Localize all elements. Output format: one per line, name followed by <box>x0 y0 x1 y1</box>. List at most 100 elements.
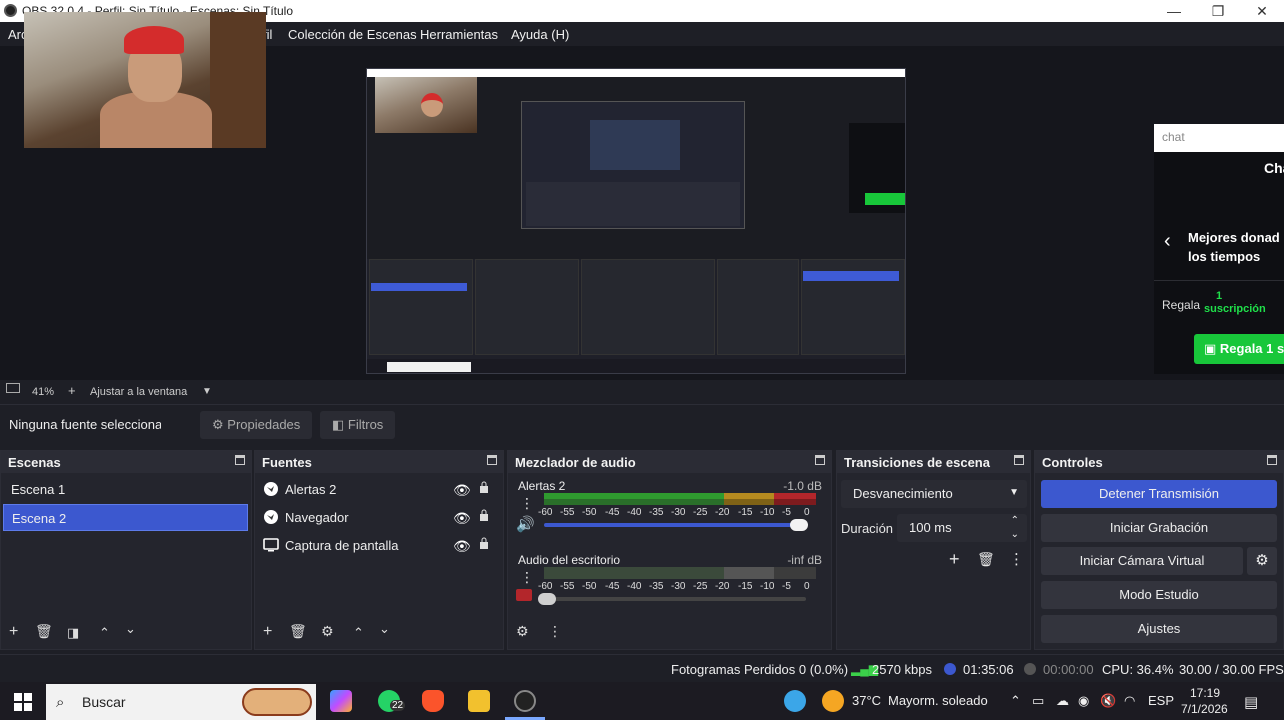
chevron-left-icon[interactable]: ‹ <box>1164 230 1171 253</box>
close-button[interactable]: ✕ <box>1240 0 1284 22</box>
tray-camera-icon[interactable]: ◉ <box>1078 693 1089 709</box>
duration-spinbox[interactable]: 100 ms ⌃ ⌄ <box>897 514 1027 542</box>
transition-select[interactable]: Desvanecimiento ▼ <box>841 480 1027 508</box>
channel-name: Audio del escritorio <box>518 553 621 567</box>
trash-icon[interactable]: 🗑 <box>289 623 307 640</box>
lock-icon[interactable] <box>479 481 489 493</box>
add-icon[interactable]: + <box>263 623 272 641</box>
lock-icon[interactable] <box>479 509 489 521</box>
wifi-icon[interactable]: ◠ <box>1124 693 1135 709</box>
search-highlight-image <box>242 688 312 716</box>
properties-button[interactable]: ⚙ Propiedades <box>200 411 313 439</box>
notifications-icon[interactable]: ▤ <box>1244 693 1258 711</box>
visibility-eye-icon[interactable]: 👁 <box>453 510 471 527</box>
scene-item-2[interactable]: Escena 2 <box>3 504 248 531</box>
program-preview[interactable] <box>366 68 906 374</box>
tray-cloud-icon[interactable]: ☁ <box>1056 693 1069 709</box>
taskbar-search[interactable]: ⌕ Buscar <box>46 684 316 720</box>
fader-handle[interactable] <box>538 593 556 605</box>
move-down-icon[interactable]: ⌄ <box>125 621 136 637</box>
meter-tick-label: -25 <box>693 507 708 518</box>
gear-icon: ⚙ <box>212 417 224 432</box>
menu-help[interactable]: Ayuda (H) <box>511 27 569 42</box>
trash-icon[interactable]: 🗑 <box>977 551 995 568</box>
mixer-menu-icon[interactable]: ⋮ <box>548 623 562 640</box>
minimize-button[interactable]: — <box>1152 0 1196 22</box>
dock-popout-icon[interactable] <box>1014 455 1024 465</box>
meter-tick-label: 0 <box>804 507 810 518</box>
clock-time[interactable]: 17:19 <box>1190 686 1220 700</box>
zoom-in-icon[interactable]: + <box>68 383 76 398</box>
weather-text: Mayorm. soleado <box>888 693 988 708</box>
speaker-icon[interactable]: 🔊 <box>516 515 535 533</box>
chat-input[interactable]: chat <box>1154 124 1284 152</box>
meter-tick-label: -35 <box>649 507 664 518</box>
tray-overflow-icon[interactable]: ⌃ <box>1010 693 1021 709</box>
zoom-dropdown-icon[interactable]: ▼ <box>202 386 212 397</box>
scene-filters-icon[interactable]: ◨ <box>67 625 79 641</box>
visibility-eye-icon[interactable]: 👁 <box>453 538 471 555</box>
source-item[interactable]: Alertas 2 👁 <box>259 476 495 503</box>
spin-arrows-icon[interactable]: ⌃ ⌄ <box>1011 514 1019 542</box>
filters-button[interactable]: ◧ Filtros <box>320 411 396 439</box>
volume-fader[interactable] <box>544 523 806 527</box>
copilot-icon[interactable] <box>330 690 352 712</box>
whatsapp-badge: 22 <box>390 700 406 711</box>
menu-tools[interactable]: Herramientas <box>420 27 498 42</box>
preview-nested-obs <box>521 101 745 229</box>
gear-icon[interactable]: ⚙ <box>321 623 334 640</box>
os-taskbar: ⌕ Buscar 22 37°C Mayorm. soleado ⌃ ▭ ☁ ◉… <box>0 682 1284 720</box>
transition-menu-icon[interactable]: ⋮ <box>1009 550 1024 568</box>
speaker-muted-icon[interactable] <box>516 589 532 601</box>
lock-icon[interactable] <box>479 537 489 549</box>
channel-db: -inf dB <box>787 553 822 567</box>
meter-tick-label: -50 <box>582 507 597 518</box>
meter-tick-label: -30 <box>671 507 686 518</box>
menu-scene-collection[interactable]: Colección de Escenas <box>288 27 417 42</box>
sources-title: Fuentes <box>262 455 312 470</box>
browser-icon <box>264 482 278 496</box>
tray-battery-icon[interactable]: ▭ <box>1032 693 1044 709</box>
fader-handle[interactable] <box>790 519 808 531</box>
gift-subscription: 1 suscripción <box>1204 290 1266 315</box>
visibility-eye-icon[interactable]: 👁 <box>453 482 471 499</box>
add-icon[interactable]: + <box>9 623 18 641</box>
zoom-out-icon[interactable] <box>6 383 20 393</box>
sun-icon <box>822 690 844 712</box>
start-recording-button[interactable]: Iniciar Grabación <box>1041 514 1277 542</box>
start-virtual-camera-button[interactable]: Iniciar Cámara Virtual <box>1041 547 1243 575</box>
maximize-button[interactable]: ❐ <box>1196 0 1240 22</box>
gift-sub-button[interactable]: ▣ Regala 1 s <box>1194 334 1284 364</box>
volume-muted-icon[interactable]: 🔇 <box>1100 693 1116 709</box>
clock-date[interactable]: 7/1/2026 <box>1181 702 1228 716</box>
settings-button[interactable]: Ajustes <box>1041 615 1277 643</box>
dock-popout-icon[interactable] <box>815 455 825 465</box>
move-down-icon[interactable]: ⌄ <box>379 621 390 637</box>
chat-overlay: chat Cha ‹ Mejores donad los tiempos Reg… <box>1154 124 1284 374</box>
virtual-camera-settings-icon[interactable]: ⚙ <box>1247 547 1277 575</box>
trash-icon[interactable]: 🗑 <box>35 623 53 640</box>
zoom-fit-label[interactable]: Ajustar a la ventana <box>90 386 187 398</box>
channel-menu-icon[interactable]: ⋮ <box>520 569 534 586</box>
source-item[interactable]: Captura de pantalla 👁 <box>259 532 495 559</box>
advanced-audio-icon[interactable]: ⚙ <box>516 623 529 640</box>
channel-menu-icon[interactable]: ⋮ <box>520 495 534 512</box>
windows-start-icon[interactable] <box>14 693 32 711</box>
move-up-icon[interactable]: ⌃ <box>99 625 110 641</box>
weather-widget-icon[interactable] <box>784 690 806 712</box>
stop-stream-button[interactable]: Detener Transmisión <box>1041 480 1277 508</box>
studio-mode-button[interactable]: Modo Estudio <box>1041 581 1277 609</box>
move-up-icon[interactable]: ⌃ <box>353 625 364 641</box>
brave-icon[interactable] <box>422 690 444 712</box>
add-transition-icon[interactable]: + <box>949 549 960 570</box>
meter-tick-label: -50 <box>582 581 597 592</box>
dock-popout-icon[interactable] <box>487 455 497 465</box>
volume-fader[interactable] <box>544 597 806 601</box>
dock-popout-icon[interactable] <box>1267 455 1277 465</box>
scene-item-1[interactable]: Escena 1 <box>3 476 248 503</box>
language-indicator[interactable]: ESP <box>1148 693 1174 708</box>
file-explorer-icon[interactable] <box>468 690 490 712</box>
obs-taskbar-icon[interactable] <box>514 690 536 712</box>
dock-popout-icon[interactable] <box>235 455 245 465</box>
source-item[interactable]: Navegador 👁 <box>259 504 495 531</box>
